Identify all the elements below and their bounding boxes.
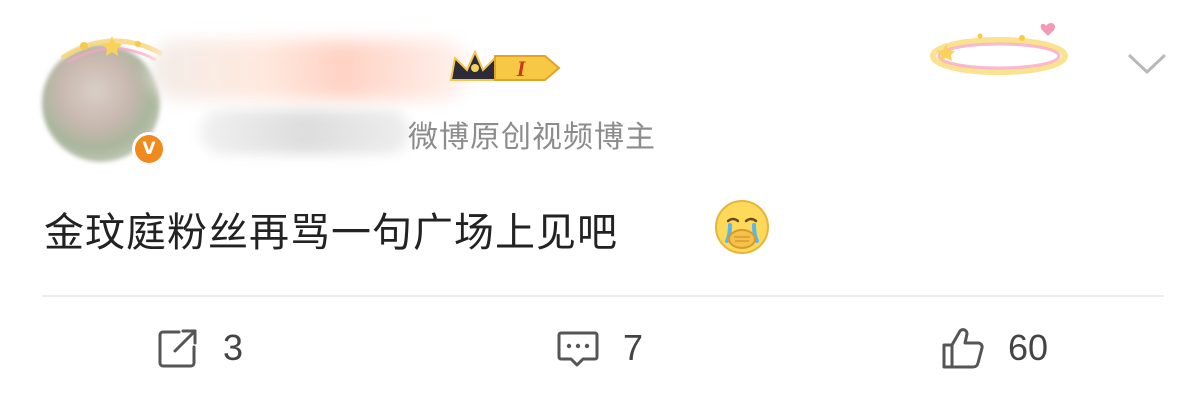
verified-mark: V <box>135 135 163 163</box>
level-badge-text: I <box>516 56 527 81</box>
thumbs-up-icon <box>942 328 984 369</box>
repost-count: 3 <box>223 327 244 368</box>
action-divider <box>42 295 1164 297</box>
card-decoration-icon <box>930 23 1068 75</box>
repost-button[interactable]: 3 <box>155 322 243 374</box>
comment-count: 7 <box>623 327 644 368</box>
author-name-redacted[interactable] <box>150 40 470 100</box>
chevron-down-icon[interactable] <box>1126 48 1168 78</box>
post-meta-redacted <box>200 110 410 154</box>
verification-label: 微博原创视频博主 <box>408 120 656 155</box>
author-avatar-area[interactable]: V <box>36 32 166 166</box>
verified-badge: V <box>132 132 166 166</box>
comment-icon <box>557 331 599 367</box>
like-button[interactable]: 60 <box>940 322 1048 374</box>
comment-button[interactable]: 7 <box>555 322 643 374</box>
weibo-post-card: V I 微博原创视频博主 金玟庭粉丝再骂一句广场上见吧 3 7 60 <box>0 0 1179 404</box>
like-count: 60 <box>1008 327 1049 368</box>
crying-emoji-icon <box>715 200 769 254</box>
post-content: 金玟庭粉丝再骂一句广场上见吧 <box>44 210 618 256</box>
repost-icon <box>158 329 197 368</box>
user-level-badge: I <box>449 49 561 81</box>
